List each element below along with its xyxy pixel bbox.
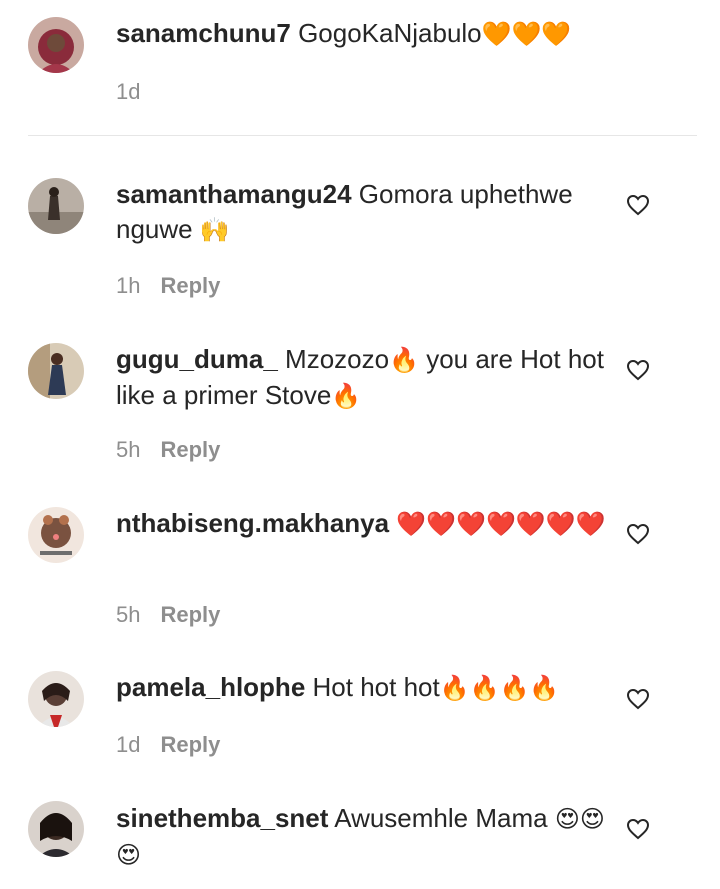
- comment-body: Awusemhle Mama: [334, 803, 548, 833]
- comment-text: samanthamangu24 Gomora uphethwe nguwe 🙌: [116, 177, 606, 248]
- heart-outline-icon[interactable]: [626, 359, 650, 381]
- reply-button[interactable]: Reply: [160, 437, 220, 463]
- heart-outline-icon[interactable]: [626, 818, 650, 840]
- comment-emoji: ❤️❤️❤️❤️❤️❤️❤️: [396, 510, 606, 538]
- comment-meta: 1d Reply: [116, 732, 220, 758]
- heart-outline-icon[interactable]: [626, 194, 650, 216]
- comment-meta: 5h Reply: [116, 437, 220, 463]
- comment-body: Hot hot hot: [312, 672, 440, 702]
- comment-emoji: 🔥: [389, 346, 419, 374]
- comment-time: 1h: [116, 273, 141, 298]
- comment-username[interactable]: sanamchunu7: [116, 18, 291, 48]
- divider: [28, 135, 697, 136]
- avatar[interactable]: [28, 343, 84, 399]
- comment-username[interactable]: pamela_hlophe: [116, 672, 305, 702]
- comment-emoji: 🙌: [199, 216, 230, 244]
- avatar[interactable]: [28, 178, 84, 234]
- comment-time: 1d: [116, 79, 141, 104]
- avatar[interactable]: [28, 507, 84, 563]
- comment-text: sinethemba_snet Awusemhle Mama 😍😍😍: [116, 801, 606, 873]
- comment-meta: 5h Reply: [116, 602, 220, 628]
- comment-body: Mzozozo: [285, 344, 390, 374]
- comment-username[interactable]: sinethemba_snet: [116, 803, 328, 833]
- heart-outline-icon[interactable]: [626, 688, 650, 710]
- comment-body: GogoKaNjabulo: [298, 18, 482, 48]
- comment-emoji: 🧡🧡🧡: [481, 20, 572, 48]
- comment-time: 5h: [116, 437, 141, 462]
- comment-username[interactable]: nthabiseng.makhanya: [116, 508, 389, 538]
- avatar[interactable]: [28, 801, 84, 857]
- comment-time: 1d: [116, 732, 141, 757]
- reply-button[interactable]: Reply: [160, 602, 220, 628]
- avatar[interactable]: [28, 17, 84, 73]
- comment-username[interactable]: gugu_duma_: [116, 344, 278, 374]
- comment-text: gugu_duma_ Mzozozo🔥 you are Hot hot like…: [116, 342, 606, 414]
- comment-meta: 1h Reply: [116, 273, 220, 299]
- heart-outline-icon[interactable]: [626, 523, 650, 545]
- comment-text: pamela_hlophe Hot hot hot🔥🔥🔥🔥: [116, 670, 606, 706]
- reply-button[interactable]: Reply: [160, 732, 220, 758]
- comment-text: nthabiseng.makhanya ❤️❤️❤️❤️❤️❤️❤️: [116, 506, 606, 542]
- comment-meta: 1d: [116, 79, 140, 105]
- reply-button[interactable]: Reply: [160, 273, 220, 299]
- avatar[interactable]: [28, 671, 84, 727]
- comment-text: sanamchunu7 GogoKaNjabulo🧡🧡🧡: [116, 16, 606, 52]
- comment-emoji: 🔥🔥🔥🔥: [439, 674, 560, 702]
- comment-time: 5h: [116, 602, 141, 627]
- comment-emoji-2: 🔥: [331, 382, 362, 410]
- comment-username[interactable]: samanthamangu24: [116, 179, 352, 209]
